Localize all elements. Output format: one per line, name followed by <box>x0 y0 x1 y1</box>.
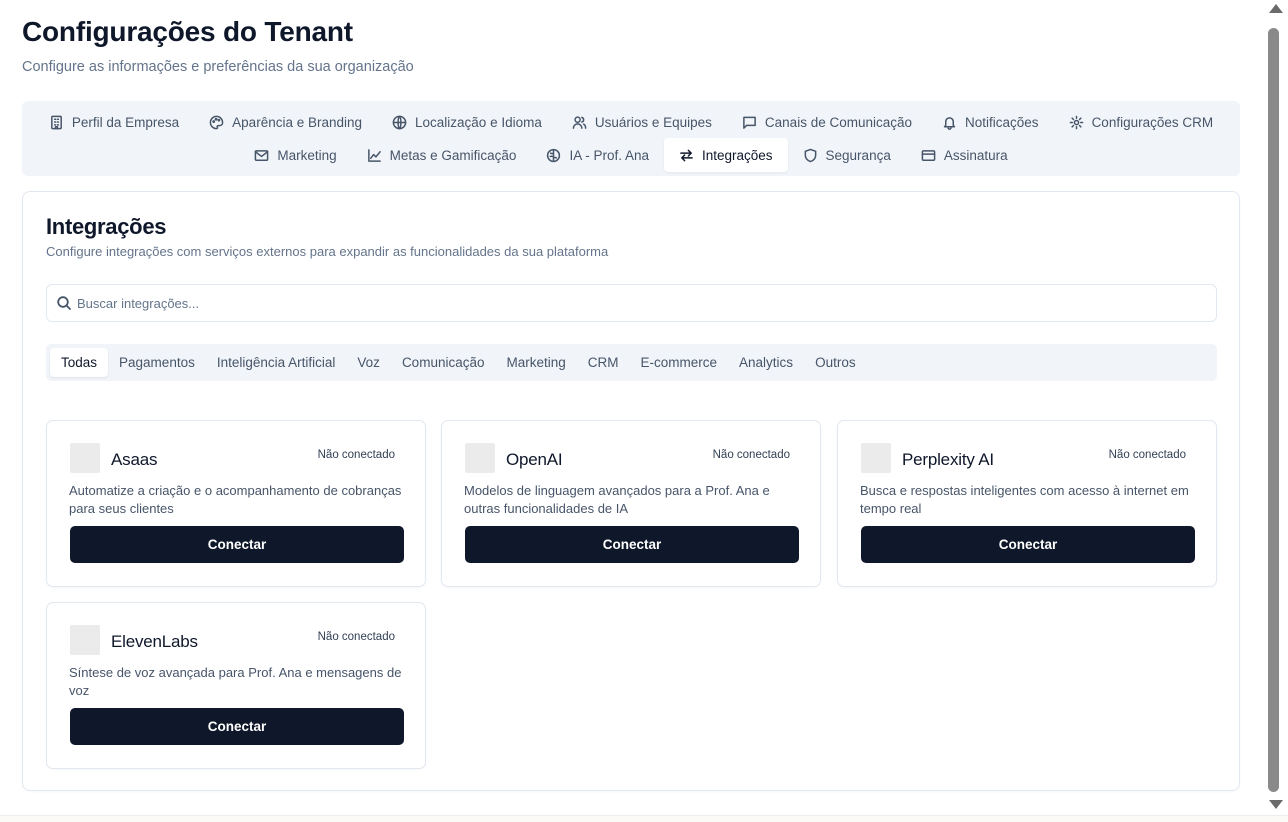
integrations-description: Configure integrações com serviços exter… <box>46 244 609 259</box>
tab-marketing[interactable]: Marketing <box>239 138 351 172</box>
integration-logo <box>70 625 100 655</box>
tab-canais-de-comunicacao[interactable]: Canais de Comunicação <box>727 105 927 139</box>
integrations-panel: Integrações Configure integrações com se… <box>22 191 1240 791</box>
tab-ia-prof-ana[interactable]: IA - Prof. Ana <box>531 138 664 172</box>
integration-card-openai: OpenAI Não conectado Modelos de linguage… <box>441 420 821 587</box>
integration-name: OpenAI <box>506 450 563 469</box>
chart-line-icon <box>367 148 381 162</box>
tab-seguranca[interactable]: Segurança <box>788 138 906 172</box>
search-icon <box>57 296 71 310</box>
integration-description: Busca e respostas inteligentes com acess… <box>860 483 1189 516</box>
integration-description: Modelos de linguagem avançados para a Pr… <box>464 483 770 516</box>
filter-e-commerce[interactable]: E-commerce <box>630 348 729 377</box>
tab-label: Canais de Comunicação <box>764 114 913 130</box>
integration-name: Perplexity AI <box>902 450 994 469</box>
tab-notificacoes[interactable]: Notificações <box>927 105 1054 139</box>
scrollbar-thumb[interactable] <box>1268 28 1279 792</box>
integrations-title: Integrações <box>46 214 167 239</box>
integration-status-badge: Não conectado <box>1108 449 1186 461</box>
tab-label: Configurações CRM <box>1091 114 1214 130</box>
tab-label: Notificações <box>965 114 1039 130</box>
filter-inteligencia-artificial[interactable]: Inteligência Artificial <box>206 348 347 377</box>
integration-card-perplexity-ai: Perplexity AI Não conectado Busca e resp… <box>837 420 1217 587</box>
tab-configuracoes-crm[interactable]: Configurações CRM <box>1054 105 1229 139</box>
tab-label: IA - Prof. Ana <box>569 147 649 163</box>
globe-icon <box>392 115 407 129</box>
filter-todas[interactable]: Todas <box>50 348 109 377</box>
tab-metas-e-gamificacao[interactable]: Metas e Gamificação <box>352 138 532 172</box>
tab-label: Marketing <box>277 147 337 163</box>
scroll-down-arrow-icon[interactable] <box>1269 800 1283 809</box>
search-input[interactable] <box>77 285 1207 321</box>
integration-status-badge: Não conectado <box>317 631 395 643</box>
brain-icon <box>547 148 561 162</box>
tab-perfil-da-empresa[interactable]: Perfil da Empresa <box>34 105 194 139</box>
tab-label: Perfil da Empresa <box>71 114 180 130</box>
tab-label: Segurança <box>825 147 891 163</box>
arrows-swap-icon <box>680 149 693 161</box>
tab-integracoes[interactable]: Integrações <box>663 138 788 172</box>
connect-button[interactable]: Conectar <box>70 526 404 563</box>
tab-label: Usuários e Equipes <box>594 114 712 130</box>
vertical-scrollbar[interactable] <box>1264 0 1288 822</box>
filter-crm[interactable]: CRM <box>577 348 630 377</box>
tab-label: Metas e Gamificação <box>389 147 517 163</box>
connect-button[interactable]: Conectar <box>70 708 404 745</box>
integration-logo <box>465 443 495 473</box>
integration-status-badge: Não conectado <box>712 449 790 461</box>
filter-analytics[interactable]: Analytics <box>728 348 804 377</box>
page-title: Configurações do Tenant <box>22 16 353 47</box>
integrations-search <box>46 284 1217 322</box>
message-square-icon <box>743 116 756 129</box>
users-icon <box>572 115 587 129</box>
tab-aparencia-e-branding[interactable]: Aparência e Branding <box>194 105 377 139</box>
settings-tabs: Perfil da Empresa Aparência e Branding L… <box>22 101 1240 176</box>
connect-button[interactable]: Conectar <box>861 526 1195 563</box>
integration-name: ElevenLabs <box>111 632 198 651</box>
bell-icon <box>943 116 956 130</box>
integration-name: Asaas <box>111 450 158 469</box>
tab-label: Integrações <box>701 147 773 163</box>
tab-assinatura[interactable]: Assinatura <box>906 138 1023 172</box>
filter-outros[interactable]: Outros <box>804 348 867 377</box>
integration-card-asaas: Asaas Não conectado Automatize a criação… <box>46 420 426 587</box>
tab-label: Assinatura <box>943 147 1008 163</box>
palette-icon <box>209 115 224 129</box>
filter-voz[interactable]: Voz <box>346 348 391 377</box>
filter-pagamentos[interactable]: Pagamentos <box>108 348 206 377</box>
integration-description: Síntese de voz avançada para Prof. Ana e… <box>69 665 402 698</box>
settings-tabs-row-2: Marketing Metas e Gamificação IA - Prof.… <box>22 138 1240 172</box>
tab-label: Localização e Idioma <box>415 114 542 130</box>
credit-card-icon <box>921 149 936 161</box>
integration-logo <box>861 443 891 473</box>
connect-button[interactable]: Conectar <box>465 526 799 563</box>
filter-comunicacao[interactable]: Comunicação <box>391 348 496 377</box>
gear-icon <box>1069 115 1083 129</box>
integration-description: Automatize a criação e o acompanhamento … <box>69 483 402 516</box>
tab-localizacao-e-idioma[interactable]: Localização e Idioma <box>377 105 557 139</box>
shield-icon <box>804 148 816 162</box>
integration-card-elevenlabs: ElevenLabs Não conectado Síntese de voz … <box>46 602 426 769</box>
integration-logo <box>70 443 100 473</box>
settings-tabs-row-1: Perfil da Empresa Aparência e Branding L… <box>22 105 1240 139</box>
tab-usuarios-e-equipes[interactable]: Usuários e Equipes <box>557 105 727 139</box>
integration-category-filters: Todas Pagamentos Inteligência Artificial… <box>46 344 1217 381</box>
page-subtitle: Configure as informações e preferências … <box>22 59 414 75</box>
scroll-up-arrow-icon[interactable] <box>1269 4 1283 13</box>
building-icon <box>50 115 62 129</box>
tenant-settings-page: Configurações do Tenant Configure as inf… <box>0 0 1264 822</box>
tab-label: Aparência e Branding <box>232 114 363 130</box>
filter-marketing[interactable]: Marketing <box>495 348 576 377</box>
mail-icon <box>255 149 269 161</box>
integration-status-badge: Não conectado <box>317 449 395 461</box>
window-bottom-edge <box>0 815 1288 822</box>
